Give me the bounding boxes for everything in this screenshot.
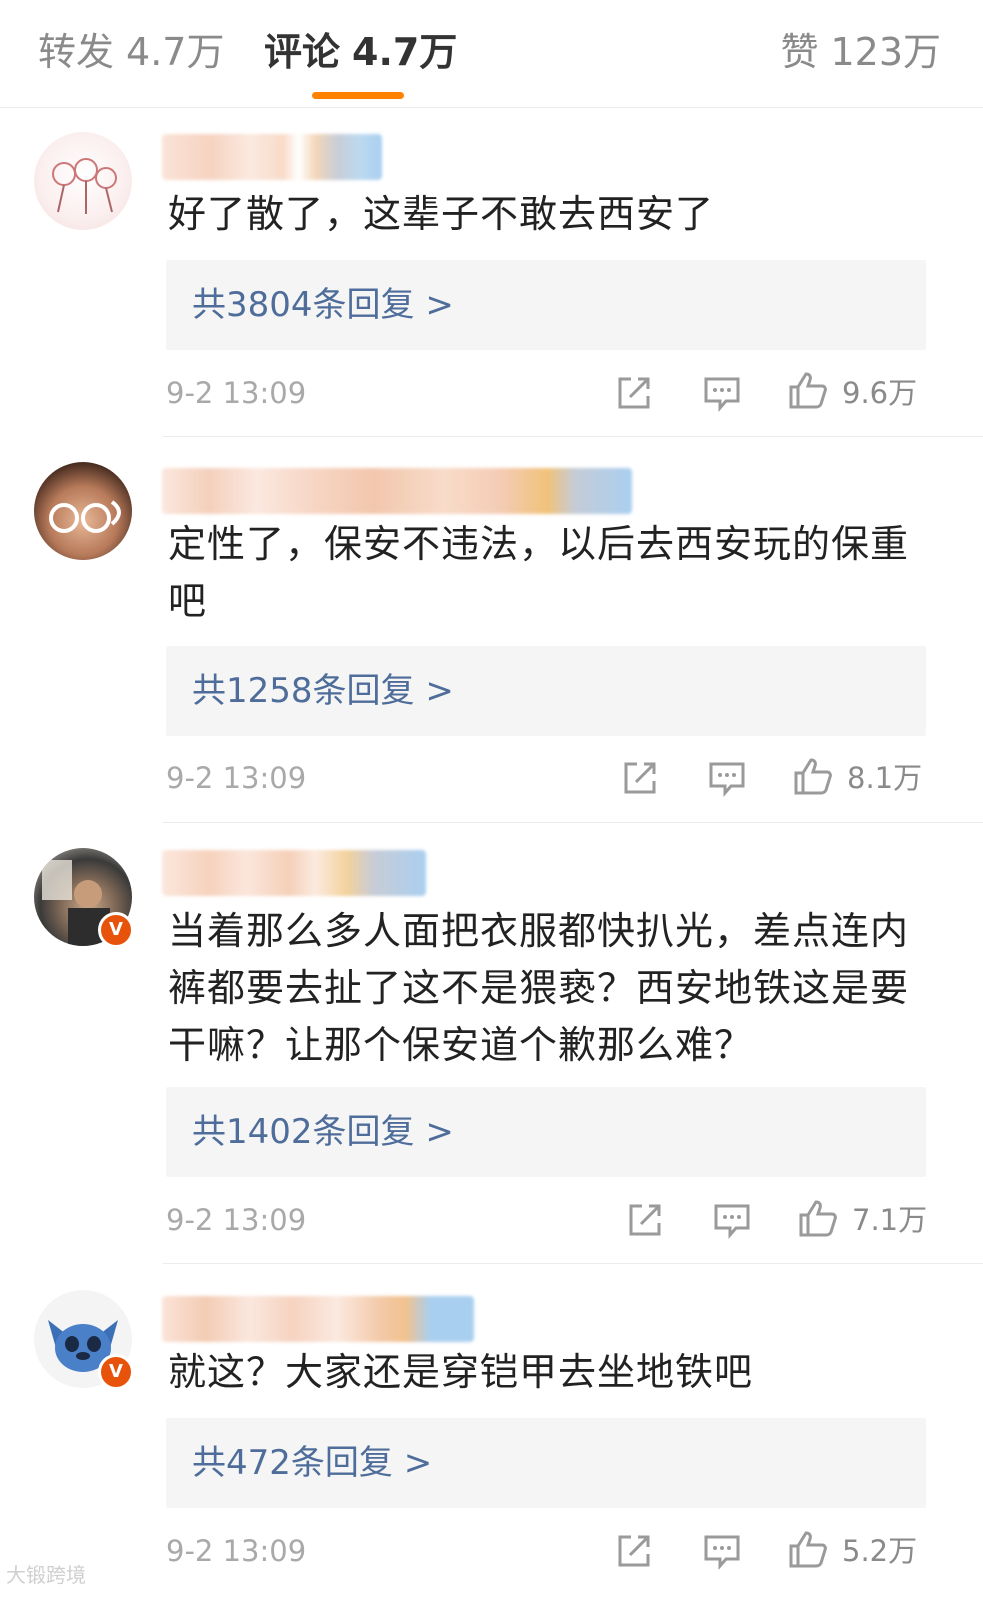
- share-icon[interactable]: [614, 373, 654, 413]
- comment-timestamp: 9-2 13:09: [166, 761, 307, 795]
- username-blurred[interactable]: [162, 468, 632, 514]
- share-icon[interactable]: [620, 758, 660, 798]
- view-replies-button[interactable]: 共472条回复 >: [166, 1418, 926, 1508]
- tab-likes-count: 123万: [830, 30, 941, 74]
- comment-icon[interactable]: [707, 758, 747, 798]
- username-blurred[interactable]: [162, 1296, 474, 1342]
- like-count: 9.6万: [842, 376, 918, 410]
- watermark: 大锻跨境: [6, 1563, 86, 1587]
- view-replies-button[interactable]: 共1258条回复 >: [166, 646, 926, 736]
- avatar[interactable]: [34, 462, 132, 560]
- tab-repost-label: 转发: [38, 30, 115, 74]
- share-icon[interactable]: [614, 1531, 654, 1571]
- thumbs-up-icon[interactable]: [788, 370, 828, 410]
- tab-comments-count: 4.7万: [352, 30, 458, 74]
- comment-icon[interactable]: [702, 1531, 742, 1571]
- tab-repost[interactable]: 转发 4.7万: [38, 28, 224, 76]
- verified-badge-icon: V: [98, 1354, 134, 1390]
- view-replies-button[interactable]: 共1402条回复 >: [166, 1087, 926, 1177]
- comment-tabs: 转发 4.7万 评论 4.7万 赞 123万: [0, 0, 983, 108]
- comment-timestamp: 9-2 13:09: [166, 376, 307, 410]
- like-count: 5.2万: [842, 1534, 918, 1568]
- thumbs-up-icon[interactable]: [793, 756, 833, 796]
- username-blurred[interactable]: [162, 850, 426, 896]
- verified-badge-icon: V: [98, 912, 134, 948]
- comment-icon[interactable]: [702, 373, 742, 413]
- username-blurred[interactable]: [162, 134, 382, 180]
- avatar[interactable]: V: [34, 848, 134, 948]
- tab-comments-label: 评论: [264, 30, 341, 74]
- thumbs-up-icon[interactable]: [788, 1529, 828, 1569]
- thumbs-up-icon[interactable]: [798, 1198, 838, 1238]
- tab-repost-count: 4.7万: [126, 30, 225, 74]
- comment-text: 好了散了，这辈子不敢去西安了: [168, 192, 715, 236]
- like-count: 8.1万: [847, 761, 923, 795]
- like-count: 7.1万: [852, 1203, 928, 1237]
- comment-timestamp: 9-2 13:09: [166, 1203, 307, 1237]
- active-tab-indicator: [312, 92, 404, 99]
- view-replies-button[interactable]: 共3804条回复 >: [166, 260, 926, 350]
- comment-icon[interactable]: [712, 1200, 752, 1240]
- tab-comments[interactable]: 评论 4.7万: [264, 28, 457, 76]
- comment-timestamp: 9-2 13:09: [166, 1534, 307, 1568]
- comment-text: 当着那么多人面把衣服都快扒光，差点连内裤都要去扯了这不是猥亵？西安地铁这是要干嘛…: [168, 909, 910, 1067]
- divider: [163, 436, 983, 437]
- share-icon[interactable]: [625, 1200, 665, 1240]
- avatar[interactable]: V: [34, 1290, 134, 1390]
- divider: [163, 822, 983, 823]
- avatar[interactable]: [34, 132, 132, 230]
- divider: [163, 1263, 983, 1264]
- comment-text: 定性了，保安不违法，以后去西安玩的保重吧: [168, 522, 910, 623]
- tab-likes-label: 赞: [780, 30, 819, 74]
- comment-text: 就这？大家还是穿铠甲去坐地铁吧: [168, 1350, 754, 1394]
- tab-likes[interactable]: 赞 123万: [780, 28, 941, 76]
